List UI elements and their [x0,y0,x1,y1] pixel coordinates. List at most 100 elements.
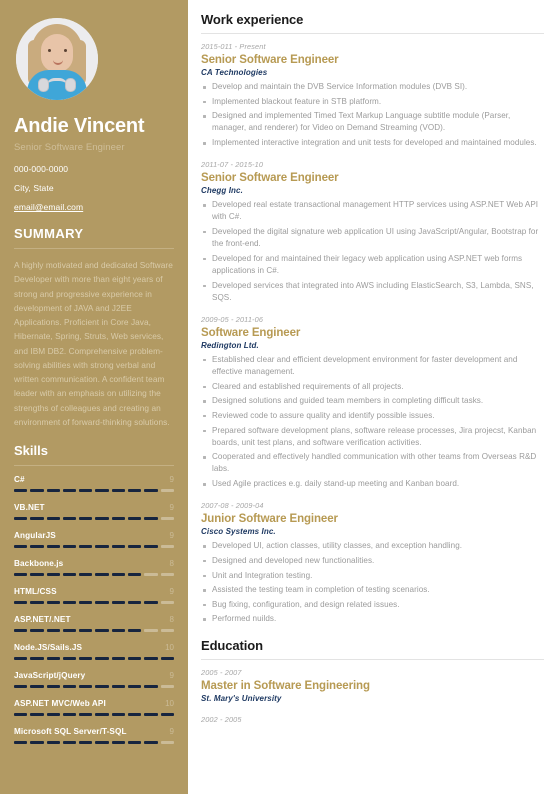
skill-item: C# 9 [14,475,174,493]
skill-rating-bar [14,657,174,661]
skill-bar-segment [95,741,109,745]
skill-name: ASP.NET/.NET [14,615,71,625]
skill-header: Node.JS/Sails.JS 10 [14,643,174,652]
skill-bar-segment [160,517,174,521]
skill-bar-segment [46,741,60,745]
skill-bar-segment [79,713,93,717]
work-entry-organization: CA Technologies [201,68,268,77]
skill-bar-segment [14,713,28,717]
skill-bar-segment [30,517,44,521]
skill-name: Node.JS/Sails.JS [14,643,83,653]
skills-heading: Skills [14,443,48,459]
work-entry-bullets: Developed real estate transactional mana… [201,199,544,304]
bullet-item: Developed UI, action classes, utility cl… [201,540,544,552]
skill-bar-segment [30,573,44,577]
bullet-item: Cleared and established requirements of … [201,381,544,393]
skill-bar-segment [79,685,93,689]
skill-bar-segment [128,657,142,661]
education-entry-date: 2005 - 2007 [201,667,242,677]
skill-bar-segment [160,489,174,493]
skill-bar-segment [30,713,44,717]
skill-bar-segment [62,489,77,493]
summary-heading: SUMMARY [14,226,84,241]
skill-bar-segment [30,657,44,661]
bullet-item: Assisted the testing team in completion … [201,584,544,596]
work-experience-heading: Work experience [201,12,304,27]
skill-bar-segment [14,573,28,577]
bullet-item: Used Agile practices e.g. daily stand-up… [201,478,544,490]
bullet-item: Designed and developed new functionaliti… [201,555,544,567]
bullet-item: Bug fixing, configuration, and design re… [201,599,544,611]
bullet-item: Developed for and maintained their legac… [201,253,544,277]
skill-bar-segment [79,489,93,493]
skill-bar-segment [79,741,93,745]
work-entry-date: 2007-08 - 2009-04 [201,501,264,511]
skill-bar-segment [144,573,158,577]
skill-rating-value: 9 [169,531,174,541]
skill-bar-segment [144,741,158,745]
skill-bar-segment [144,685,158,689]
summary-text: A highly motivated and dedicated Softwar… [14,260,173,427]
skill-bar-segment [95,517,109,521]
skill-name: ASP.NET MVC/Web API [14,699,106,709]
skill-bar-segment [128,685,142,689]
skill-item: VB.NET 9 [14,503,174,521]
skill-name: VB.NET [14,503,45,513]
skill-name: HTML/CSS [14,587,57,597]
skill-rating-bar [14,517,174,521]
skill-bar-segment [14,741,28,745]
education-entry-organization: St. Mary's University [201,693,282,703]
skill-rating-value: 9 [169,503,174,513]
work-entry-bullets: Develop and maintain the DVB Service Inf… [201,81,544,149]
bullet-item: Develop and maintain the DVB Service Inf… [201,81,544,93]
skill-bar-segment [46,489,60,493]
work-experience-divider [201,33,544,34]
summary-divider [14,248,174,249]
skill-rating-bar [14,601,174,605]
bullet-item: Designed and implemented Timed Text Mark… [201,110,544,134]
work-entry-date: 2015-011 - Present [201,42,266,51]
skill-header: Backbone.js 8 [14,559,174,568]
skill-rating-value: 9 [169,727,174,737]
skill-bar-segment [95,713,109,717]
contact-phone: 000-000-0000 [14,164,69,174]
work-entry-organization: Cisco Systems Inc. [201,527,276,537]
work-entry: 2015-011 - Present Senior Software Engine… [201,42,544,149]
skill-bar-segment [128,741,142,745]
skills-divider [14,465,174,467]
skill-bar-segment [62,629,77,633]
sidebar: Andie Vincent Senior Software Engineer 0… [0,0,188,794]
skill-rating-value: 8 [169,559,174,569]
skill-bar-segment [62,713,77,717]
work-entry-organization: Redington Ltd. [201,340,259,350]
skill-bar-segment [128,573,142,577]
education-heading: Education [201,637,263,653]
bullet-item: Developed the digital signature web appl… [201,226,544,250]
skill-bar-segment [79,629,93,633]
bullet-item: Implemented interactive integration and … [201,137,544,149]
skill-bar-segment [46,713,60,717]
skill-rating-bar [14,685,174,689]
skill-bar-segment [79,517,93,521]
education-entry-date: 2002 - 2005 [201,714,242,724]
skill-bar-segment [144,489,158,493]
skill-bar-segment [160,741,174,745]
skill-bar-segment [111,629,126,633]
skill-bar-segment [144,657,158,661]
work-experience-list: 2015-011 - Present Senior Software Engine… [201,42,544,626]
skill-bar-segment [14,517,28,521]
skill-bar-segment [95,573,109,577]
skill-bar-segment [160,545,174,549]
person-role: Senior Software Engineer [14,142,125,153]
education-entry: 2005 - 2007 Master in Software Engineerin… [201,668,544,703]
skill-header: ASP.NET MVC/Web API 10 [14,699,174,708]
skill-rating-value: 9 [169,475,174,485]
skill-bar-segment [128,517,142,521]
bullet-item: Reviewed code to assure quality and iden… [201,410,544,422]
skill-bar-segment [14,685,28,689]
skill-bar-segment [95,629,109,633]
skill-item: AngularJS 9 [14,531,174,549]
contact-email-link[interactable]: email@email.com [14,202,174,212]
contact-location: City, State [14,183,54,193]
bullet-item: Prepared software development plans, sof… [201,425,544,449]
